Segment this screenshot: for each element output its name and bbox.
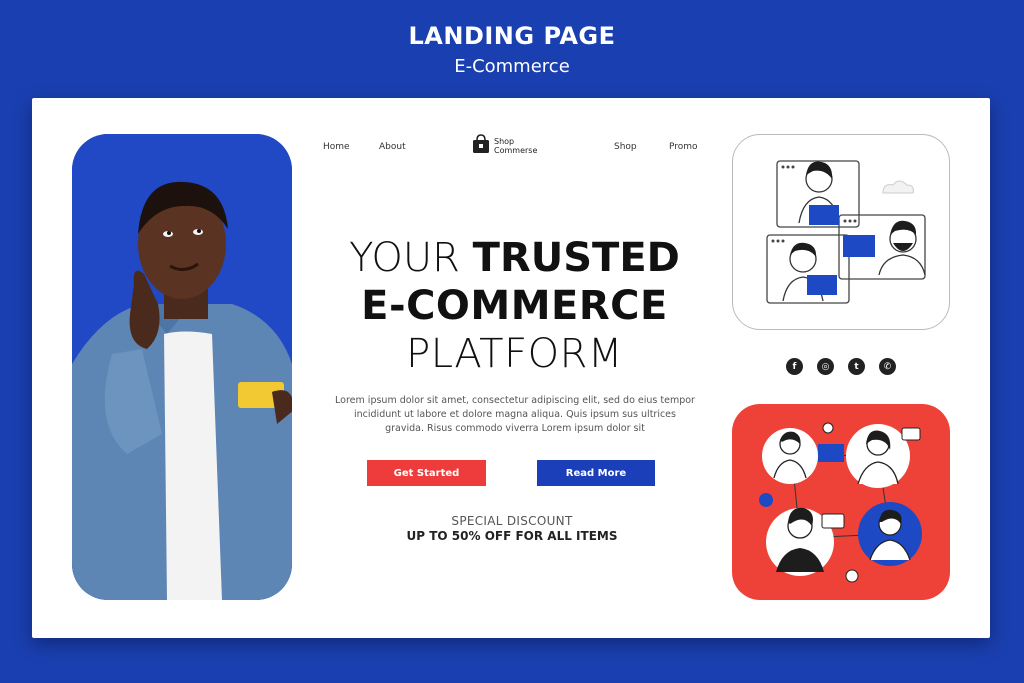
twitter-icon[interactable]: t (848, 358, 865, 375)
nav-about[interactable]: About (379, 142, 406, 152)
get-started-button[interactable]: Get Started (367, 460, 486, 486)
headline-light-text: YOUR (349, 235, 473, 281)
discount-heading: SPECIAL DISCOUNT (451, 514, 573, 528)
whatsapp-icon[interactable]: ✆ (879, 358, 896, 375)
discount-offer: UP TO 50% OFF FOR ALL ITEMS (406, 529, 618, 543)
facebook-icon[interactable]: f (786, 358, 803, 375)
read-more-button[interactable]: Read More (537, 460, 655, 486)
video-call-illustration (732, 134, 950, 330)
instagram-icon[interactable]: ◎ (817, 358, 834, 375)
logo-line1: Shop (494, 137, 515, 146)
landing-card: Home About Shop Commerse Shop Promo YOUR… (32, 98, 990, 638)
network-illustration (732, 404, 950, 600)
social-links: f ◎ t ✆ (786, 358, 896, 375)
nav-promo[interactable]: Promo (669, 142, 698, 152)
logo-line2: Commerse (494, 146, 538, 155)
headline-line2: E-COMMERCE (361, 283, 668, 329)
nav-shop[interactable]: Shop (614, 142, 637, 152)
nav-home[interactable]: Home (323, 142, 350, 152)
headline-line3: PLATFORM (406, 331, 623, 377)
shopping-bag-icon (472, 134, 490, 158)
site-logo[interactable]: Shop Commerse (472, 134, 537, 158)
headline-bold-text: TRUSTED (472, 235, 680, 281)
hero-body-text: Lorem ipsum dolor sit amet, consectetur … (335, 395, 695, 434)
hero-photo (72, 134, 292, 600)
banner-title: LANDING PAGE (408, 22, 616, 50)
banner-subtitle: E-Commerce (454, 56, 570, 77)
headline-line1: YOUR TRUSTED (287, 238, 742, 278)
